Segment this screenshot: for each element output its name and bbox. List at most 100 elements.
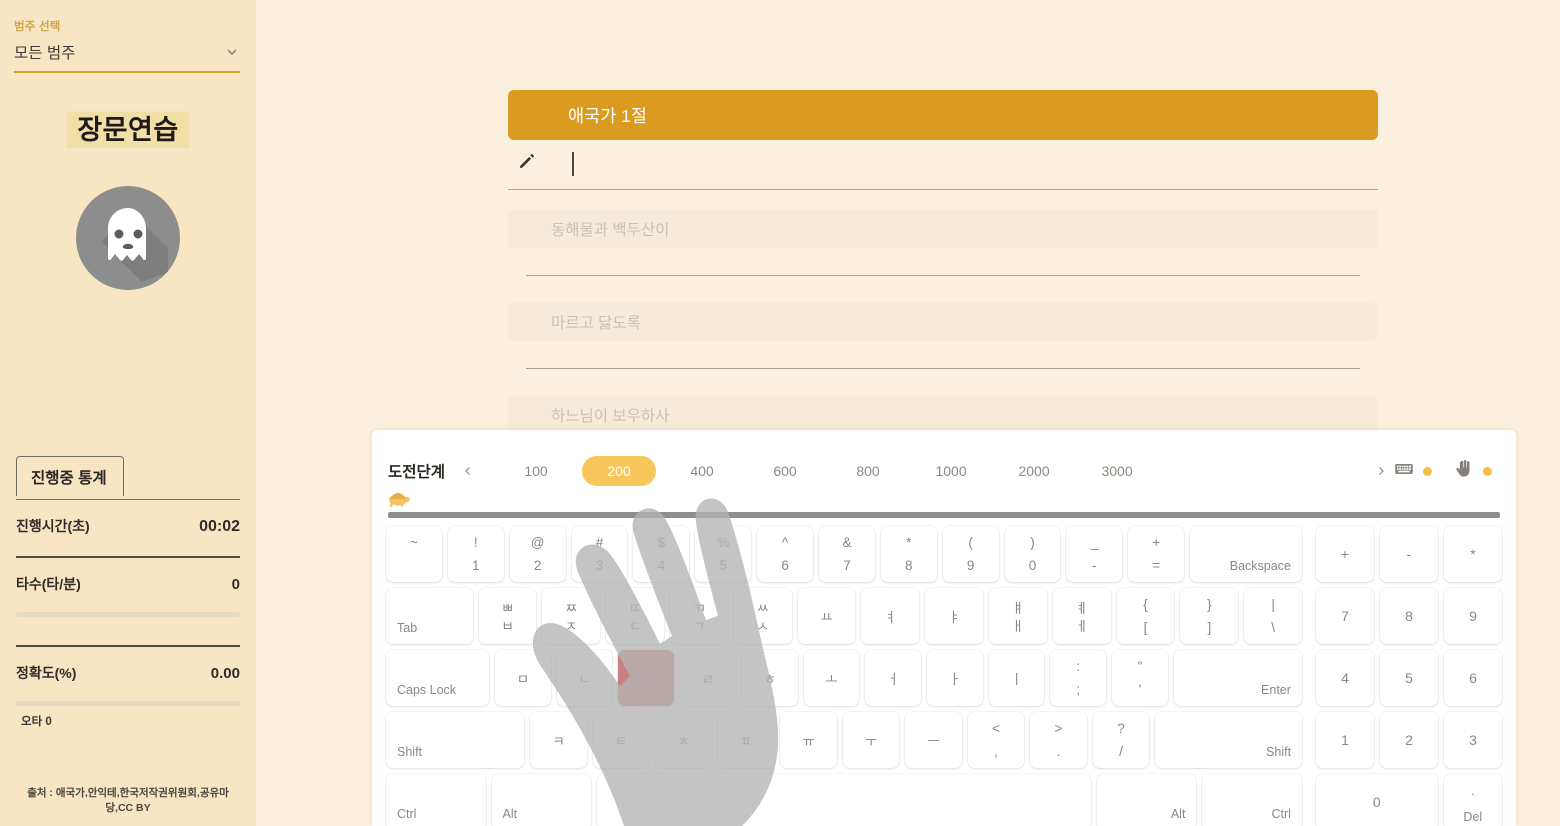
key-ㅎ[interactable]: ㅎ — [741, 650, 798, 706]
key-Ctrl[interactable]: Ctrl — [1202, 774, 1302, 826]
key-Tab[interactable]: Tab — [386, 588, 473, 644]
numpad-key-5[interactable]: 5 — [1380, 650, 1438, 706]
key-Alt[interactable]: Alt — [1096, 774, 1197, 826]
key-ㅈ[interactable]: ㅉㅈ — [542, 588, 601, 644]
key-=[interactable]: + = — [1128, 526, 1185, 582]
key-,[interactable]: <, — [967, 712, 1025, 768]
numpad-key-2[interactable]: 2 — [1380, 712, 1438, 768]
key-label: ? — [1117, 721, 1125, 736]
level-chip-100[interactable]: 100 — [499, 456, 573, 486]
key-label: 3 — [595, 558, 604, 573]
key-ㅋ[interactable]: ㅋ — [530, 712, 587, 768]
turtle-icon — [384, 488, 412, 508]
key-ㅓ[interactable]: ㅓ — [865, 650, 921, 706]
key-ㅂ[interactable]: ㅃㅂ — [478, 588, 537, 644]
key-8[interactable]: * 8 — [880, 526, 937, 582]
numpad-key-*[interactable]: * — [1444, 526, 1502, 582]
key-label: % — [717, 535, 730, 550]
key-ㅠ[interactable]: ㅠ — [780, 712, 837, 768]
numpad-key--[interactable]: - — [1380, 526, 1438, 582]
typing-input[interactable] — [574, 154, 1378, 173]
numpad-key-8[interactable]: 8 — [1380, 588, 1438, 644]
key-5[interactable]: % 5 — [695, 526, 752, 582]
key-3[interactable]: #3 — [571, 526, 628, 582]
key-ㅕ[interactable]: ㅕ — [861, 588, 920, 644]
key--[interactable]: _ - — [1066, 526, 1123, 582]
key-4[interactable]: $4 — [633, 526, 690, 582]
chevron-right-icon[interactable] — [1368, 458, 1394, 484]
key-ㄴ[interactable]: ㄴ — [556, 650, 613, 706]
key-ㅔ[interactable]: ㅖㅔ — [1052, 588, 1111, 644]
numpad-key-+[interactable]: + — [1316, 526, 1374, 582]
key-1[interactable]: ! 1 — [447, 526, 504, 582]
key-6[interactable]: ^ 6 — [757, 526, 814, 582]
level-chip-2000[interactable]: 2000 — [997, 456, 1071, 486]
keyboard-toggle[interactable] — [1394, 459, 1432, 484]
key-;[interactable]: :; — [1050, 650, 1107, 706]
stats-tab-label[interactable]: 진행중 통계 — [16, 456, 124, 496]
key-'[interactable]: " ' — [1112, 650, 1168, 706]
key-ㅌ[interactable]: ㅌ — [592, 712, 650, 768]
key-~[interactable]: ~ — [386, 526, 442, 582]
key-label: ㅍ — [739, 734, 753, 749]
numpad-key-Del[interactable]: . Del — [1443, 774, 1502, 826]
level-chip-800[interactable]: 800 — [831, 456, 905, 486]
level-chip-200[interactable]: 200 — [582, 456, 657, 486]
key-Caps Lock[interactable]: Caps Lock — [386, 650, 490, 706]
key-label: < — [992, 721, 1000, 736]
numpad-key-3[interactable]: 3 — [1444, 712, 1502, 768]
key-ㅜ[interactable]: ㅜ — [842, 712, 900, 768]
chevron-left-icon[interactable] — [455, 458, 481, 484]
key-label: 4 — [657, 558, 666, 573]
key-Ctrl[interactable]: Ctrl — [386, 774, 486, 826]
key-7[interactable]: & 7 — [819, 526, 875, 582]
level-chip-400[interactable]: 400 — [665, 456, 739, 486]
key-ㅣ[interactable]: ㅣ — [988, 650, 1045, 706]
key-0[interactable]: ) 0 — [1004, 526, 1061, 582]
numpad-key-4[interactable]: 4 — [1316, 650, 1374, 706]
key-ㅡ[interactable]: ㅡ — [905, 712, 962, 768]
category-select[interactable]: 모든 범주 — [14, 41, 240, 73]
key-[[interactable]: {[ — [1116, 588, 1175, 644]
key-.[interactable]: >. — [1030, 712, 1087, 768]
level-chip-600[interactable]: 600 — [748, 456, 822, 486]
key-ㅅ[interactable]: ㅆㅅ — [733, 588, 792, 644]
key-ㅛ[interactable]: ㅛ — [797, 588, 856, 644]
key-label: ^ — [781, 535, 789, 550]
hand-toggle[interactable] — [1454, 459, 1492, 484]
practice-lines: 동해물과 백두산이 마르고 닳도록 하느님이 보우하사 — [508, 210, 1378, 434]
key-Alt[interactable]: Alt — [491, 774, 592, 826]
key-ㄱ[interactable]: ㄲㄱ — [670, 588, 728, 644]
numpad-key-0[interactable]: 0 — [1316, 774, 1438, 826]
numpad-key-label: Del — [1463, 810, 1483, 824]
key-ㅏ[interactable]: ㅏ — [926, 650, 983, 706]
key-][interactable]: }] — [1180, 588, 1239, 644]
key-ㅐ[interactable]: ㅒㅐ — [989, 588, 1047, 644]
key-Enter[interactable]: Enter — [1173, 650, 1302, 706]
key-ㄷ[interactable]: ㄸㄷ — [606, 588, 665, 644]
key-Shift[interactable]: Shift — [1155, 712, 1303, 768]
key-9[interactable]: (9 — [942, 526, 999, 582]
key-ㅍ[interactable]: ㅍ — [717, 712, 775, 768]
level-chip-3000[interactable]: 3000 — [1080, 456, 1154, 486]
numpad-key-1[interactable]: 1 — [1316, 712, 1374, 768]
key-\[interactable]: | \ — [1244, 588, 1303, 644]
key-ㄹ[interactable]: ㄹ — [680, 650, 736, 706]
key-ㅑ[interactable]: ㅑ — [925, 588, 984, 644]
key-/[interactable]: ? / — [1092, 712, 1150, 768]
key-label: ㅋ — [552, 734, 565, 749]
key-blank[interactable] — [597, 774, 1091, 826]
key-ㅇ[interactable]: ㅇ — [618, 650, 675, 706]
key-ㅗ[interactable]: ㅗ — [803, 650, 860, 706]
level-chip-1000[interactable]: 1000 — [914, 456, 988, 486]
numpad-key-7[interactable]: 7 — [1316, 588, 1374, 644]
key-Shift[interactable]: Shift — [386, 712, 525, 768]
numpad-key-9[interactable]: 9 — [1444, 588, 1502, 644]
key-ㅁ[interactable]: ㅁ — [495, 650, 551, 706]
key-2[interactable]: @2 — [509, 526, 566, 582]
key-Backspace[interactable]: Backspace — [1190, 526, 1302, 582]
practice-line-3: 하느님이 보우하사 — [508, 396, 1378, 434]
typing-input-row[interactable] — [508, 150, 1378, 190]
numpad-key-6[interactable]: 6 — [1444, 650, 1502, 706]
key-ㅊ[interactable]: ㅊ — [655, 712, 712, 768]
